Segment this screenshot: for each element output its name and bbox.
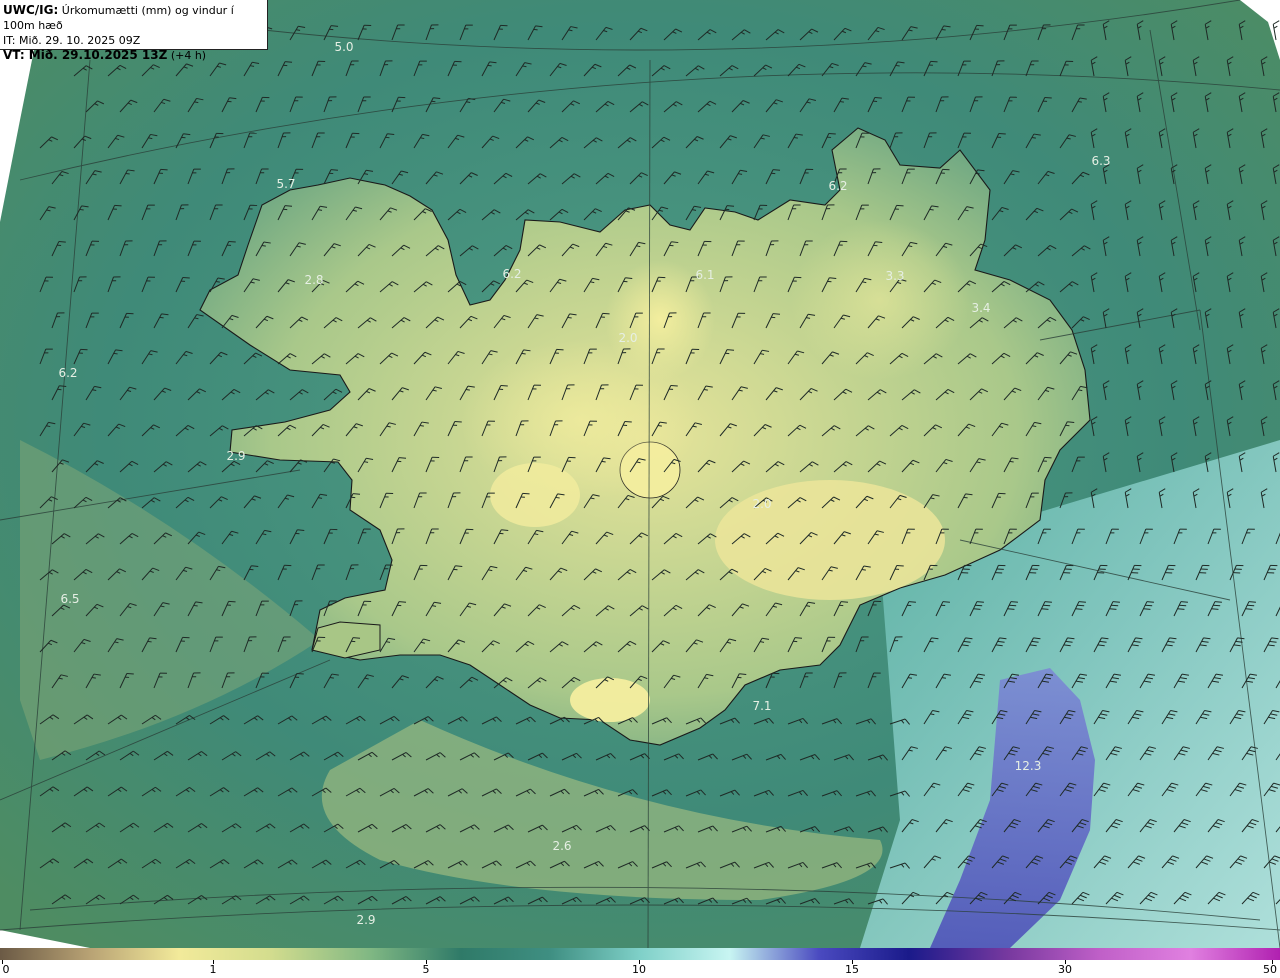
map-value-label: 3.3 (885, 269, 904, 283)
init-time: IT: Mið. 29. 10. 2025 09Z (3, 34, 141, 47)
title-box: UWC/IG: Úrkomumætti (mm) og vindur í 100… (0, 0, 268, 62)
map-value-label: 2.6 (552, 839, 571, 853)
reykjanes-peninsula (311, 621, 381, 659)
lead-time: (+4 h) (170, 49, 207, 62)
colorbar: 0 1 5 10 15 30 50 (0, 948, 1280, 978)
colorbar-tick-label: 1 (209, 963, 217, 976)
map-value-label: 12.3 (1015, 759, 1042, 773)
forecast-map[interactable]: 5.0 6.3 6.2 5.7 2.8 6.2 6.1 3.3 3.4 2.0 6.2 2.9 2.0 6… (0, 0, 1280, 948)
map-value-label: 2.0 (752, 497, 771, 511)
colorbar-tick-label: 10 (632, 963, 646, 976)
map-value-label: 2.0 (618, 331, 637, 345)
map-value-label: 6.2 (502, 267, 521, 281)
colorbar-tick-label: 30 (1058, 963, 1072, 976)
map-frame[interactable]: 5.0 6.3 6.2 5.7 2.8 6.2 6.1 3.3 3.4 2.0 6.2 2.9 2.0 6… (0, 0, 1280, 948)
colorbar-strip (0, 948, 1280, 960)
map-value-label: 3.4 (971, 301, 990, 315)
title-line: UWC/IG: Úrkomumætti (mm) og vindur í 100… (3, 3, 267, 33)
valid-time: VT: Mið. 29.10.2025 13Z (3, 48, 168, 62)
product-name: UWC/IG: (3, 3, 59, 17)
map-value-label: 6.1 (695, 268, 714, 282)
map-value-label: 5.7 (276, 177, 295, 191)
colorbar-tick-label: 5 (422, 963, 430, 976)
map-value-label: 2.9 (226, 449, 245, 463)
colorbar-tick-label: 15 (845, 963, 859, 976)
myrdalsjokull-area (570, 678, 650, 722)
colorbar-tick-label: 0 (2, 963, 10, 976)
map-value-label: 5.0 (334, 40, 353, 54)
map-value-label: 2.8 (304, 273, 323, 287)
map-value-label: 2.9 (356, 913, 375, 927)
map-value-label: 7.1 (752, 699, 771, 713)
valid-time-line: VT: Mið. 29.10.2025 13Z (+4 h) (3, 48, 267, 63)
vatnajokull-area (715, 480, 945, 600)
central-highland-area (460, 340, 700, 500)
map-value-label: 6.2 (58, 366, 77, 380)
map-value-label: 6.3 (1091, 154, 1110, 168)
map-value-label: 6.2 (828, 179, 847, 193)
northeast-highland-area (790, 220, 970, 380)
colorbar-tick-label: 50 (1263, 963, 1277, 976)
map-value-label: 6.5 (60, 592, 79, 606)
